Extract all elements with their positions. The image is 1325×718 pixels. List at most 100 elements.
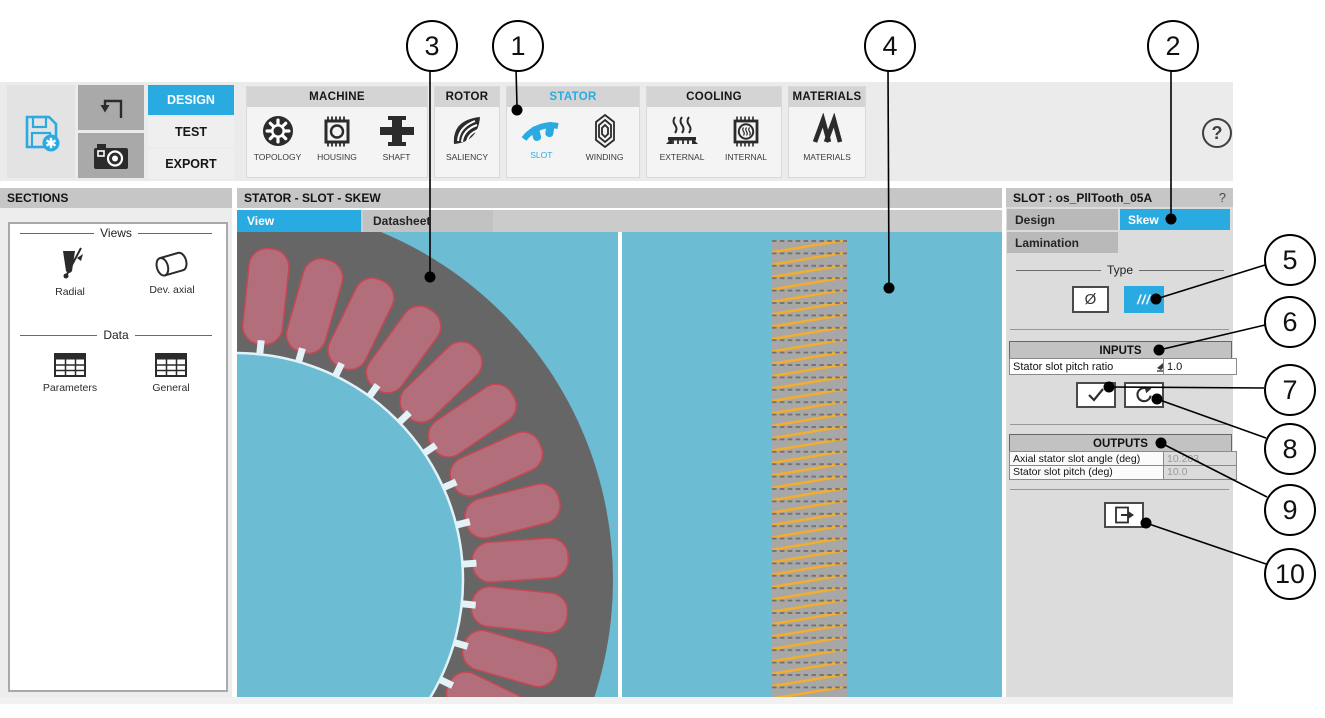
divider [1010,489,1229,490]
group-label-machine: MACHINE [247,87,427,107]
help-question-mark: ? [1211,122,1223,143]
tab-design[interactable]: DESIGN [148,85,234,115]
callout-2: 2 [1147,20,1199,72]
toolbar-item-label: TOPOLOGY [253,152,302,162]
tab-datasheet[interactable]: Datasheet [363,210,493,232]
section-item-radial[interactable]: Radial [38,246,102,298]
toolbar-item-internal[interactable]: INTERNAL [717,113,775,162]
toolbar-group-rotor: ROTOR SALIENCY [434,86,500,178]
undo-icon [100,99,123,118]
housing-icon [324,116,350,147]
toolbar-group-machine: MACHINE TOPOLOGY HOUSING SHAFT [246,86,428,178]
toolbar-item-label: HOUSING [317,152,357,162]
data-separator: Data [14,328,218,342]
undo-button[interactable] [78,85,144,130]
section-item-label: Parameters [42,382,98,394]
input-label: Stator slot pitch ratio [1013,360,1114,373]
toolbar-item-label: INTERNAL [724,152,768,162]
workspace-header: STATOR - SLOT - SKEW [237,188,1002,208]
toolbar-item-label: MATERIALS [803,152,851,162]
save-button[interactable] [7,85,75,178]
sections-title: SECTIONS [7,191,69,205]
toolbar-item-label: SLOT [530,150,553,160]
views-group-label: Views [100,226,132,240]
views-separator: Views [14,226,218,240]
toolbar-item-label: EXTERNAL [659,152,705,162]
type-label: Type [1107,263,1134,277]
type-no-skew-button[interactable]: Ø [1072,286,1109,313]
callout-3: 3 [406,20,458,72]
workspace-title: STATOR - SLOT - SKEW [244,191,381,205]
stator-radial-drawing [0,203,618,718]
type-skew-button[interactable]: /// [1124,286,1164,313]
slot-icon [521,121,559,141]
winding-icon [594,113,615,149]
tab-slot-lamination[interactable]: Lamination [1007,232,1118,253]
tab-export[interactable]: EXPORT [148,149,234,179]
toolbar-item-materials[interactable]: MATERIALS [798,113,856,162]
toolbar-group-stator: STATOR SLOT WINDING [506,86,640,178]
input-value-field[interactable] [1163,358,1237,375]
shaft-icon [379,116,414,146]
save-icon [25,115,60,151]
section-item-label: Dev. axial [149,284,195,296]
skew-view-canvas[interactable] [622,232,1002,697]
export-report-button[interactable] [1104,502,1144,528]
parameters-table-icon [54,353,86,377]
callout-4: 4 [864,20,916,72]
app-bottom-strip [0,697,1233,704]
output-row-label: Stator slot pitch (deg) [1009,464,1172,480]
sections-panel-header: SECTIONS [0,188,232,208]
callout-1: 1 [492,20,544,72]
skewed-slot-strip [772,240,847,697]
topology-icon [262,116,293,146]
section-item-general[interactable]: General [138,352,204,394]
section-item-label: Radial [55,286,85,298]
external-cooling-icon [666,116,698,144]
divider [1010,424,1229,425]
toolbar-item-label: WINDING [585,152,624,162]
inputs-header-label: INPUTS [1099,344,1142,357]
section-item-dev-axial[interactable]: Dev. axial [134,248,210,296]
output-row-value: 10.0 [1163,464,1237,480]
slot-panel-title: SLOT : os_PllTooth_05A [1013,190,1153,205]
slot-panel-help[interactable]: ? [1219,190,1226,205]
divider [1010,329,1229,330]
camera-icon [94,143,128,169]
export-icon [1115,506,1134,524]
toolbar-item-slot[interactable]: SLOT [512,113,570,160]
callout-10: 10 [1264,548,1316,600]
toolbar-item-winding[interactable]: WINDING [576,113,634,162]
screenshot-button[interactable] [78,133,144,178]
radial-view-canvas[interactable] [0,203,618,718]
tab-view[interactable]: View [237,210,361,232]
toolbar-item-label: SHAFT [382,152,411,162]
tab-slot-design[interactable]: Design [1007,209,1118,230]
toolbar-item-housing[interactable]: HOUSING [308,113,366,162]
toolbar-item-saliency[interactable]: SALIENCY [438,113,496,162]
toolbar-item-shaft[interactable]: SHAFT [368,113,426,162]
materials-icon [812,113,843,143]
slot-panel-header: SLOT : os_PllTooth_05A ? [1006,188,1233,207]
app-screen: DESIGN TEST EXPORT MACHINE TOPOLOGY HOUS… [0,0,1325,718]
callout-9: 9 [1264,484,1316,536]
help-button[interactable]: ? [1202,118,1232,148]
reset-button[interactable] [1124,382,1164,408]
callout-5: 5 [1264,234,1316,286]
section-item-parameters[interactable]: Parameters [34,352,106,394]
check-icon [1088,388,1104,402]
tab-slot-skew[interactable]: Skew [1120,209,1230,230]
group-label-cooling: COOLING [647,87,781,107]
toolbar-group-materials: MATERIALS MATERIALS [788,86,866,178]
tab-test[interactable]: TEST [148,117,234,147]
section-item-label: General [152,382,190,394]
internal-cooling-icon [733,116,759,147]
toolbar-item-external[interactable]: EXTERNAL [653,113,711,162]
apply-button[interactable] [1076,382,1116,408]
saliency-icon [453,117,480,144]
toolbar-item-topology[interactable]: TOPOLOGY [249,113,307,162]
data-group-label: Data [103,328,129,342]
callout-7: 7 [1264,364,1316,416]
dev-axial-view-icon [155,251,188,277]
skew-drawing [622,232,1002,697]
